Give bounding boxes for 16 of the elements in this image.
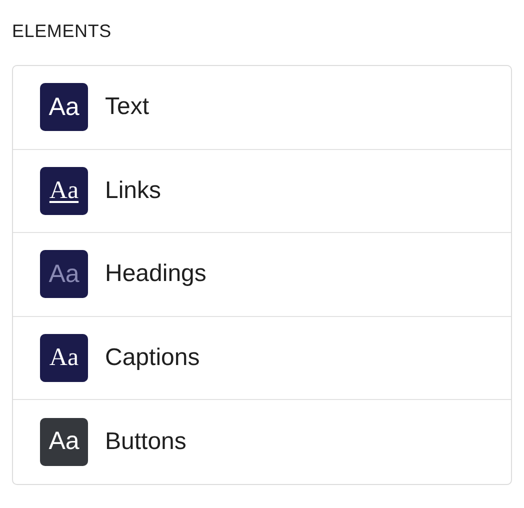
- typeface-icon: Aa: [40, 418, 88, 466]
- typeface-icon: Aa: [40, 250, 88, 298]
- element-row[interactable]: Aa Links: [13, 150, 511, 233]
- element-row[interactable]: Aa Text: [13, 66, 511, 150]
- element-label: Headings: [105, 259, 206, 290]
- element-label: Captions: [105, 342, 200, 373]
- typeface-icon: Aa: [40, 334, 88, 382]
- element-row[interactable]: Aa Buttons: [13, 400, 511, 484]
- element-row[interactable]: Aa Headings: [13, 233, 511, 316]
- section-title: ELEMENTS: [12, 20, 112, 43]
- typeface-icon: Aa: [40, 166, 88, 215]
- typeface-icon: Aa: [40, 83, 88, 132]
- element-label: Buttons: [105, 426, 186, 457]
- element-label: Links: [105, 176, 162, 206]
- element-label: Text: [105, 92, 150, 122]
- element-row[interactable]: Aa Captions: [13, 316, 511, 400]
